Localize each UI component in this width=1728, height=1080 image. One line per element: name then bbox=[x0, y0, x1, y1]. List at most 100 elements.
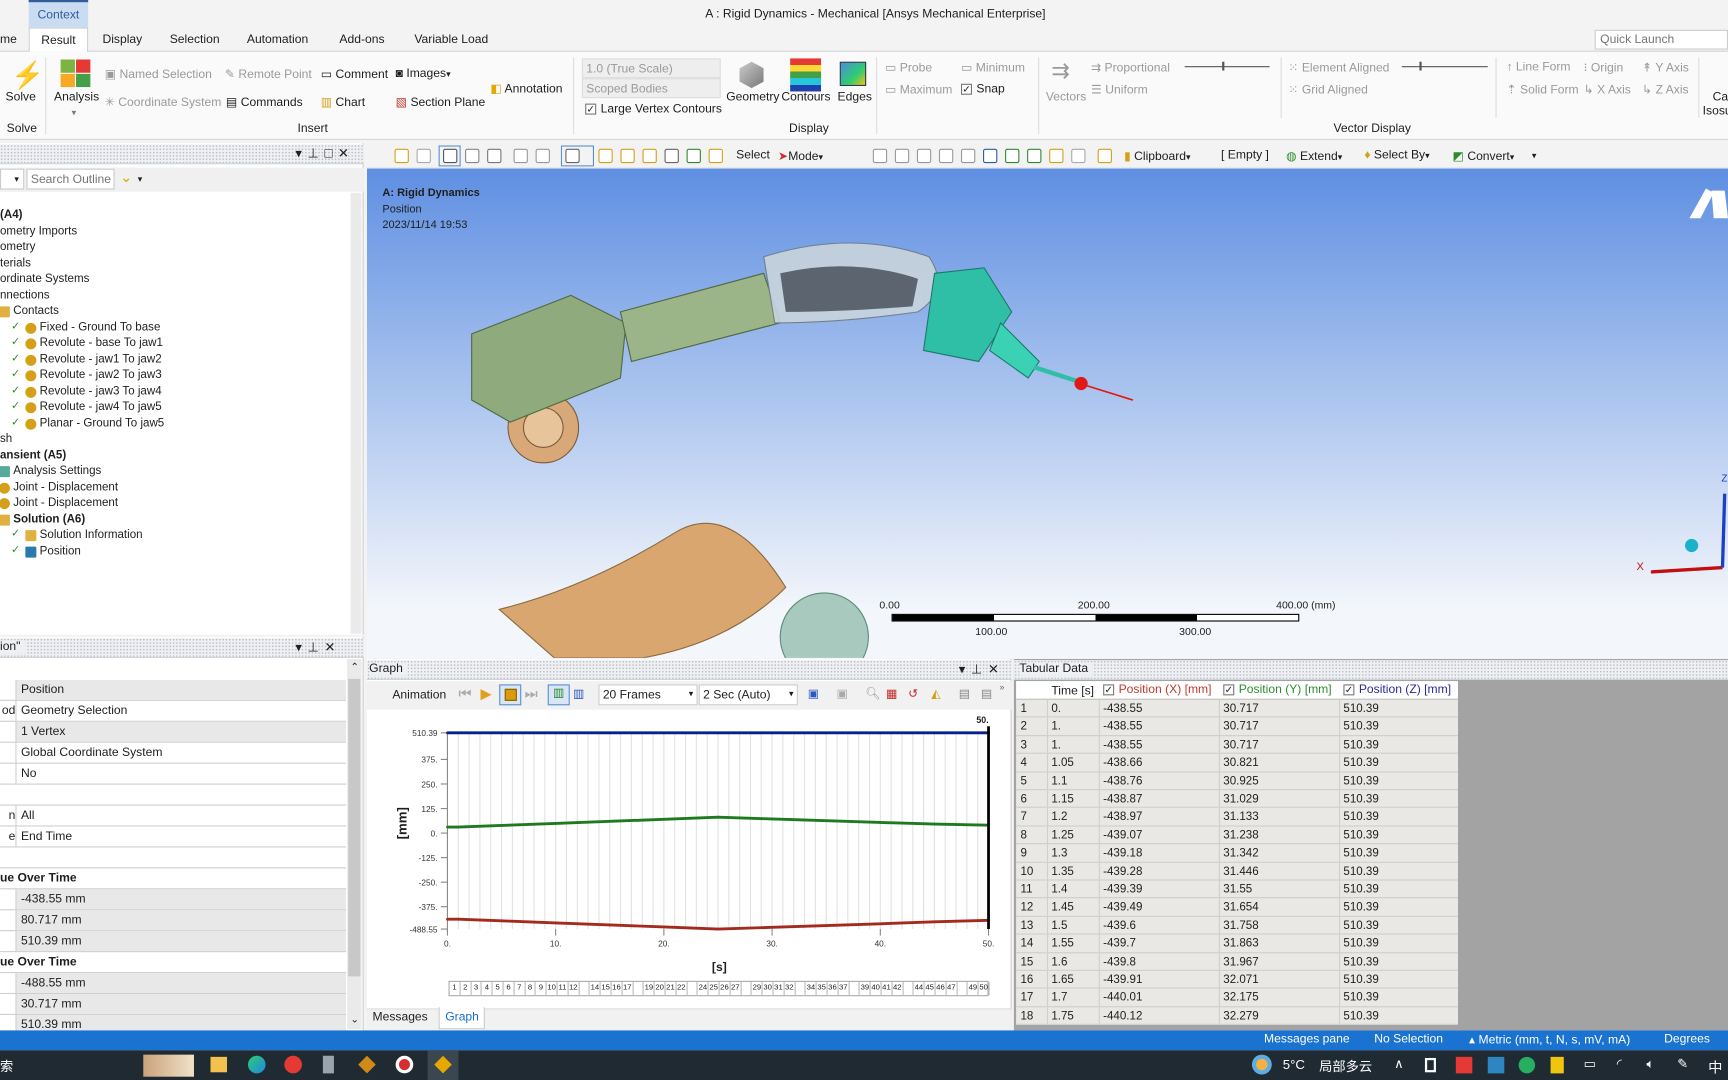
table-row[interactable]: 7 1.2 -438.97 31.133 510.39 bbox=[1016, 808, 1458, 827]
frame-cell[interactable]: 32 bbox=[784, 981, 796, 996]
frame-cell[interactable]: 15 bbox=[601, 981, 612, 996]
wechat-icon[interactable] bbox=[1518, 1056, 1536, 1074]
chart-button[interactable]: ▥ Chart bbox=[321, 95, 365, 109]
edge-browser-icon[interactable] bbox=[247, 1055, 266, 1074]
temperature[interactable]: 5°C bbox=[1283, 1057, 1305, 1072]
coordinate-system-button[interactable]: ✳ Coordinate System bbox=[105, 95, 222, 109]
zoom-icon[interactable] bbox=[620, 148, 635, 164]
images-button[interactable]: ◙ Images▾ bbox=[396, 67, 451, 80]
details-row[interactable]: Position bbox=[0, 679, 347, 701]
table-icon[interactable]: ▤ bbox=[959, 687, 970, 701]
network-icon[interactable]: ▭ bbox=[1584, 1056, 1597, 1071]
solid-form-button[interactable]: ⇡ Solid Form bbox=[1506, 83, 1578, 97]
outline-item[interactable]: Joint - Displacement bbox=[0, 480, 347, 495]
frame-cell[interactable]: 40 bbox=[871, 981, 882, 996]
taskbar-search-fragment[interactable]: 索 bbox=[0, 1057, 13, 1076]
details-row[interactable]: No bbox=[0, 763, 347, 785]
outline-item[interactable]: Joint - Displacement bbox=[0, 496, 347, 511]
ime-indicator[interactable]: 中 bbox=[1708, 1056, 1722, 1077]
contours-button[interactable]: Contours bbox=[781, 90, 830, 103]
frame-cell[interactable] bbox=[849, 981, 861, 996]
maximize-icon[interactable]: □ bbox=[325, 145, 339, 160]
frame-cell[interactable] bbox=[579, 981, 591, 996]
frame-cell[interactable]: 19 bbox=[644, 981, 655, 996]
scale-select[interactable]: 1.0 (True Scale) bbox=[581, 58, 721, 79]
context-tab[interactable]: Context bbox=[28, 0, 89, 28]
details-scrollbar[interactable]: ⌃ ⌄ bbox=[347, 659, 362, 1030]
select-icon[interactable] bbox=[960, 148, 976, 164]
select-icon[interactable] bbox=[983, 148, 998, 164]
tab-add-ons[interactable]: Add-ons bbox=[339, 33, 384, 46]
frame-cell[interactable] bbox=[687, 981, 699, 996]
table-row[interactable]: 9 1.3 -439.18 31.342 510.39 bbox=[1016, 844, 1458, 863]
close-icon[interactable]: ✕ bbox=[325, 639, 342, 654]
tab-graph[interactable]: Graph bbox=[438, 1007, 485, 1030]
messages-pane-status[interactable]: Messages pane bbox=[1264, 1033, 1350, 1046]
tray-app-icon[interactable] bbox=[1455, 1056, 1473, 1074]
frame-cell[interactable]: 47 bbox=[946, 981, 958, 996]
frame-cell[interactable]: 6 bbox=[504, 981, 515, 996]
select-icon[interactable] bbox=[1027, 148, 1042, 164]
mode-button[interactable]: ➤Mode▾ bbox=[778, 149, 823, 163]
outline-item[interactable]: ✓ Solution Information bbox=[0, 528, 347, 543]
frame-cell[interactable]: 21 bbox=[666, 981, 677, 996]
scroll-thumb[interactable] bbox=[348, 678, 361, 977]
table-row[interactable]: 16 1.65 -439.91 32.071 510.39 bbox=[1016, 970, 1458, 989]
frame-cell[interactable]: 49 bbox=[968, 981, 979, 996]
remote-point-button[interactable]: ✎ Remote Point bbox=[225, 67, 312, 81]
scoped-bodies-select[interactable]: Scoped Bodies bbox=[581, 78, 721, 99]
frame-cell[interactable]: 39 bbox=[860, 981, 871, 996]
column-header-y[interactable]: ✓ Position (Y) [mm] bbox=[1223, 683, 1332, 696]
reset-icon[interactable]: ↺ bbox=[908, 687, 918, 701]
frame-selector[interactable]: 1 2 3 4 5 6 7 8 9 10 11 12 14 15 16 17 19 20 21 22 24 25 26 27 2… bbox=[448, 980, 990, 997]
outline-item[interactable]: (A4) bbox=[0, 208, 347, 223]
outline-scrollbar[interactable] bbox=[350, 192, 362, 634]
tab-result[interactable]: Result bbox=[28, 27, 89, 52]
dropdown-icon[interactable]: ▾ bbox=[295, 145, 307, 160]
frame-cell[interactable]: 37 bbox=[838, 981, 850, 996]
convert-button[interactable]: ◩ Convert▾ bbox=[1452, 149, 1514, 163]
outline-item[interactable]: ansient (A5) bbox=[0, 448, 347, 463]
export-video-icon[interactable]: ▣ bbox=[808, 687, 819, 701]
music-app-icon[interactable] bbox=[284, 1055, 302, 1074]
result-frames-button[interactable]: ▥ bbox=[573, 687, 584, 701]
table-row[interactable]: 13 1.5 -439.6 31.758 510.39 bbox=[1016, 916, 1458, 935]
frame-cell[interactable]: 36 bbox=[828, 981, 839, 996]
select-icon[interactable] bbox=[938, 148, 954, 164]
file-explorer-icon[interactable] bbox=[210, 1056, 228, 1073]
outline-item[interactable]: ✓ Revolute - jaw4 To jaw5 bbox=[0, 400, 347, 415]
shaded-icon[interactable] bbox=[465, 148, 480, 164]
solve-button[interactable]: Solve bbox=[6, 90, 36, 103]
frame-cell[interactable]: 45 bbox=[925, 981, 936, 996]
large-vertex-checkbox[interactable]: ✓ Large Vertex Contours bbox=[585, 102, 722, 116]
minimum-button[interactable]: ▭ Minimum bbox=[961, 61, 1025, 75]
weather-icon[interactable] bbox=[1251, 1054, 1272, 1075]
security-icon[interactable] bbox=[1550, 1056, 1564, 1074]
frame-cell[interactable]: 17 bbox=[622, 981, 634, 996]
frame-cell[interactable]: 12 bbox=[568, 981, 580, 996]
outline-filter-dropdown[interactable]: ▾ bbox=[0, 168, 25, 190]
vectors-button[interactable]: Vectors bbox=[1046, 90, 1086, 103]
frame-cell[interactable] bbox=[741, 981, 753, 996]
tab-automation[interactable]: Automation bbox=[247, 33, 308, 46]
table-row[interactable]: 6 1.15 -438.87 31.029 510.39 bbox=[1016, 790, 1458, 809]
dropdown-icon[interactable]: ▾ bbox=[959, 661, 971, 676]
play-button[interactable]: ▶ bbox=[480, 685, 491, 703]
details-row[interactable]: od Geometry Selection bbox=[0, 700, 347, 722]
table-row[interactable]: 11 1.4 -439.39 31.55 510.39 bbox=[1016, 880, 1458, 899]
search-outline-input[interactable] bbox=[26, 168, 115, 190]
frame-cell[interactable] bbox=[633, 981, 645, 996]
frame-cell[interactable]: 42 bbox=[892, 981, 904, 996]
angle-units-status[interactable]: Degrees bbox=[1664, 1033, 1710, 1046]
pan-icon[interactable] bbox=[598, 148, 613, 164]
details-row[interactable]: e End Time bbox=[0, 826, 347, 848]
tab-selection[interactable]: Selection bbox=[170, 33, 220, 46]
column-header-x[interactable]: ✓ Position (X) [mm] bbox=[1103, 683, 1212, 696]
table-row[interactable]: 2 1. -438.55 30.717 510.39 bbox=[1016, 717, 1458, 736]
table-row[interactable]: 5 1.1 -438.76 30.925 510.39 bbox=[1016, 772, 1458, 791]
table-row[interactable]: 3 1. -438.55 30.717 510.39 bbox=[1016, 735, 1458, 755]
clipboard-button[interactable]: ▮ Clipboard▾ bbox=[1124, 149, 1190, 163]
close-icon[interactable]: ✕ bbox=[338, 145, 355, 160]
graph-panel-controls[interactable]: ▾⊥✕ bbox=[959, 661, 1005, 676]
wifi-icon[interactable]: ◜ bbox=[1617, 1056, 1622, 1071]
